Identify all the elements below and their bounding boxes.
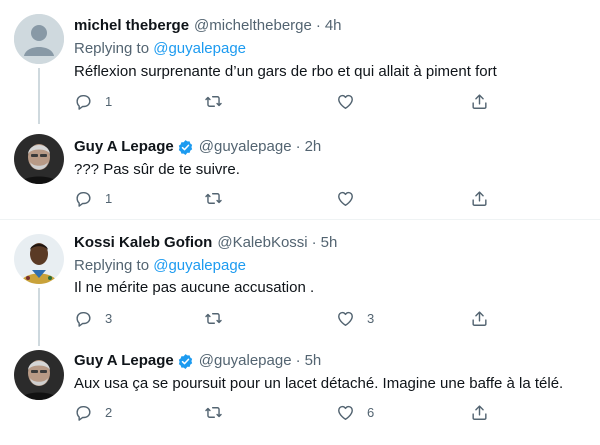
reply-button[interactable]: 3 (74, 309, 112, 328)
share-icon (472, 405, 487, 420)
reply-button[interactable]: 2 (74, 403, 112, 422)
retweet-icon (205, 313, 222, 324)
tweet-kalebkossi[interactable]: Kossi Kaleb Gofion @KalebKossi · 5h Repl… (0, 220, 600, 346)
heart-icon (338, 405, 353, 420)
avatar[interactable] (14, 14, 64, 64)
reply-icon (76, 95, 91, 110)
tweet-text: Aux usa ça se poursuit pour un lacet dét… (74, 375, 564, 392)
retweet-icon (205, 407, 222, 418)
timestamp[interactable]: 5h (305, 351, 322, 371)
like-button[interactable]: 3 (336, 309, 374, 328)
tweet-actions: 2 6 (74, 403, 514, 423)
tweet-text: ??? Pas sûr de te suivre. (74, 161, 240, 178)
share-button[interactable] (470, 92, 489, 111)
tweet-guyalepage[interactable]: Guy A Lepage @guyalepage · 2h ??? Pas sû… (0, 120, 600, 220)
reply-icon (76, 192, 91, 207)
author-handle[interactable]: @guyalepage (199, 351, 292, 371)
reply-icon (76, 406, 91, 421)
heart-icon (338, 191, 353, 206)
like-count: 3 (367, 311, 375, 326)
heart-icon (338, 311, 353, 326)
separator-dot: · (315, 17, 321, 34)
separator-dot: · (295, 138, 301, 155)
retweet-button[interactable] (204, 309, 235, 328)
profile-photo (14, 350, 64, 400)
heart-icon (338, 94, 353, 109)
like-button[interactable]: 6 (336, 403, 374, 422)
share-icon (472, 94, 487, 109)
timestamp[interactable]: 4h (325, 16, 342, 36)
separator-dot: · (311, 234, 317, 251)
tweet-header: Guy A Lepage @guyalepage · 5h (74, 351, 321, 371)
reply-button[interactable]: 1 (74, 189, 112, 208)
thread-line (38, 288, 40, 346)
replying-to-label: Replying to (74, 40, 154, 57)
like-button[interactable] (336, 92, 367, 111)
verified-badge-icon (178, 353, 192, 369)
tweet-actions: 1 (74, 92, 514, 112)
timestamp[interactable]: 5h (321, 233, 338, 253)
avatar[interactable] (14, 350, 64, 400)
retweet-button[interactable] (204, 403, 235, 422)
tweet-header: michel theberge @micheltheberge · 4h (74, 16, 342, 36)
reply-count: 1 (105, 191, 113, 206)
replying-to-label: Replying to (74, 257, 154, 274)
tweet-text: Réflexion surprenante d’un gars de rbo e… (74, 63, 497, 80)
tweet-guyalepage-2[interactable]: Guy A Lepage @guyalepage · 5h Aux usa ça… (0, 342, 600, 445)
tweet-header: Kossi Kaleb Gofion @KalebKossi · 5h (74, 233, 337, 253)
avatar[interactable] (14, 134, 64, 184)
verified-badge-icon (178, 139, 192, 155)
share-button[interactable] (470, 309, 489, 328)
tweet-header: Guy A Lepage @guyalepage · 2h (74, 137, 321, 157)
thread-line (38, 68, 40, 124)
author-name[interactable]: Guy A Lepage (74, 351, 174, 371)
author-name[interactable]: Kossi Kaleb Gofion (74, 233, 212, 253)
author-handle[interactable]: @KalebKossi (217, 233, 307, 253)
author-name[interactable]: Guy A Lepage (74, 137, 174, 157)
retweet-button[interactable] (204, 92, 235, 111)
reply-count: 3 (105, 311, 113, 326)
replying-to: Replying to @guyalepage (74, 39, 246, 59)
author-handle[interactable]: @guyalepage (199, 137, 292, 157)
mention-link[interactable]: @guyalepage (153, 40, 246, 57)
reply-count: 2 (105, 405, 113, 420)
separator-dot: · (295, 352, 301, 369)
reply-button[interactable]: 1 (74, 92, 112, 111)
tweet-actions: 1 (74, 189, 514, 209)
author-name[interactable]: michel theberge (74, 16, 189, 36)
like-button[interactable] (336, 189, 367, 208)
reply-icon (76, 312, 91, 327)
tweet-text: Il ne mérite pas aucune accusation . (74, 279, 315, 296)
mention-link[interactable]: @guyalepage (153, 257, 246, 274)
tweet-actions: 3 3 (74, 309, 514, 329)
tweet-micheltheberge[interactable]: michel theberge @micheltheberge · 4h Rep… (0, 0, 600, 124)
profile-photo (14, 134, 64, 184)
share-icon (472, 191, 487, 206)
like-count: 6 (367, 405, 375, 420)
author-handle[interactable]: @micheltheberge (194, 16, 312, 36)
replying-to: Replying to @guyalepage (74, 256, 246, 276)
retweet-button[interactable] (204, 189, 235, 208)
retweet-icon (205, 96, 222, 107)
retweet-icon (205, 193, 222, 204)
share-button[interactable] (470, 189, 489, 208)
profile-photo (14, 234, 64, 284)
share-icon (472, 311, 487, 326)
default-avatar-icon (14, 14, 64, 64)
reply-count: 1 (105, 94, 113, 109)
share-button[interactable] (470, 403, 489, 422)
timestamp[interactable]: 2h (305, 137, 322, 157)
avatar[interactable] (14, 234, 64, 284)
